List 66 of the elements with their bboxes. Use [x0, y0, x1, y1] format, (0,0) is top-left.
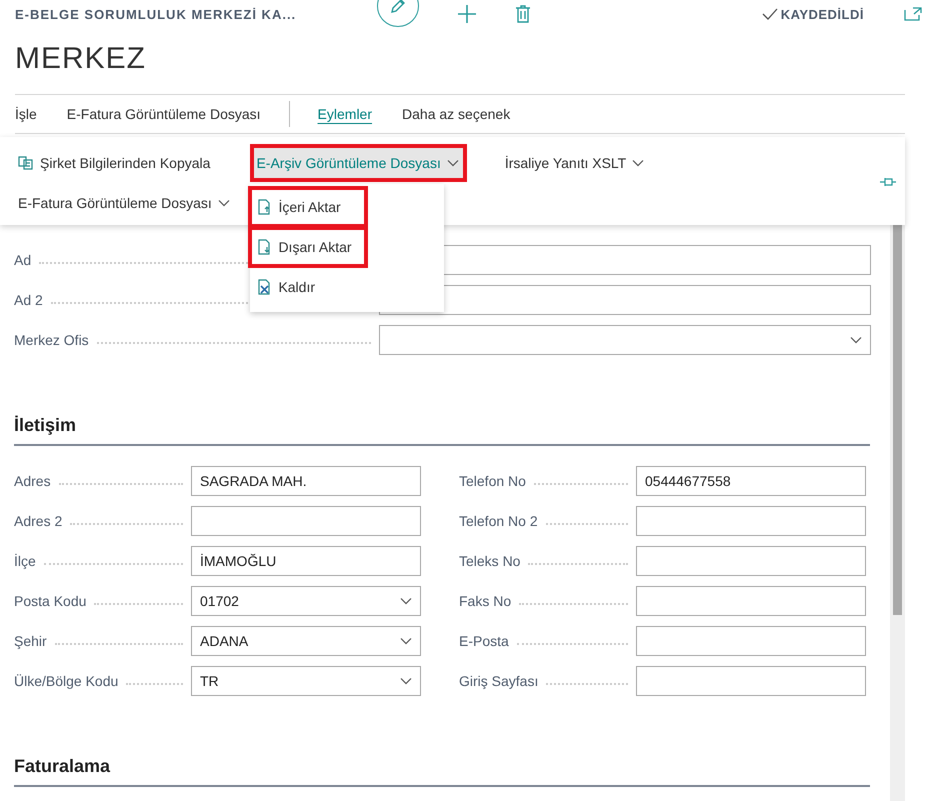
- scrollbar[interactable]: [890, 225, 905, 801]
- chevron-down-icon: [400, 637, 412, 645]
- chevron-down-icon: [446, 159, 459, 167]
- input-field[interactable]: [636, 506, 866, 536]
- delete-button[interactable]: [515, 5, 531, 23]
- menu-item[interactable]: İçeri Aktar: [250, 188, 366, 226]
- action-tab[interactable]: Eylemler: [318, 106, 402, 122]
- menu-item[interactable]: Dışarı Aktar: [250, 228, 366, 266]
- pencil-icon: [389, 0, 407, 15]
- document-import-icon: [256, 199, 272, 215]
- input-field[interactable]: 05444677558: [636, 466, 866, 496]
- pin-icon: [879, 177, 897, 187]
- input-field[interactable]: SAGRADA MAH.: [191, 466, 421, 496]
- chevron-down-icon: [400, 597, 412, 605]
- menu-button[interactable]: İrsaliye Yanıtı XSLT: [500, 146, 650, 180]
- input-field[interactable]: [636, 546, 866, 576]
- field-label: Telefon No 2: [459, 513, 538, 529]
- document-remove-icon: [256, 279, 272, 295]
- dropdown-field[interactable]: ADANA: [191, 626, 421, 656]
- action-button[interactable]: Şirket Bilgilerinden Kopyala: [14, 146, 216, 180]
- dropdown-field[interactable]: TR: [191, 666, 421, 696]
- section-title: Faturalama: [14, 755, 112, 778]
- input-field[interactable]: [636, 586, 866, 616]
- action-tab[interactable]: İşle: [15, 106, 67, 122]
- plus-icon: [457, 4, 477, 24]
- field-label: Teleks No: [459, 553, 520, 569]
- chevron-down-icon: [218, 199, 230, 207]
- field-label: Şehir: [14, 633, 47, 649]
- input-field[interactable]: İMAMOĞLU: [191, 546, 421, 576]
- input-field[interactable]: [191, 506, 421, 536]
- add-button[interactable]: [457, 4, 477, 24]
- field-label: Telefon No: [459, 473, 526, 489]
- field-label: Ad 2: [14, 292, 43, 308]
- copy-document-icon: [18, 156, 34, 170]
- section-title: İletişim: [14, 414, 78, 437]
- field-label: E-Posta: [459, 633, 509, 649]
- document-export-icon: [256, 239, 272, 255]
- trash-icon: [515, 5, 531, 23]
- dropdown-field[interactable]: [379, 325, 871, 355]
- input-field[interactable]: [636, 666, 866, 696]
- breadcrumb[interactable]: E-BELGE SORUMLULUK MERKEZİ KA...: [15, 6, 355, 22]
- field-label: Adres 2: [14, 513, 62, 529]
- field-label: Giriş Sayfası: [459, 673, 538, 689]
- field-label: Faks No: [459, 593, 512, 609]
- popout-icon: [904, 7, 922, 21]
- field-label: İlçe: [14, 553, 36, 569]
- menu-button[interactable]: E-Arşiv Görüntüleme Dosyası: [252, 146, 465, 180]
- chevron-down-icon: [400, 677, 412, 685]
- menu-item[interactable]: Kaldır: [250, 268, 322, 306]
- input-field[interactable]: [379, 285, 871, 315]
- action-tab[interactable]: E-Fatura Görüntüleme Dosyası: [66, 106, 291, 122]
- field-label: Posta Kodu: [14, 593, 86, 609]
- field-label: Ad: [14, 252, 32, 268]
- open-new-window-button[interactable]: [904, 7, 922, 21]
- checkmark-icon: [762, 8, 778, 20]
- chevron-down-icon: [850, 336, 862, 344]
- field-label: Merkez Ofis: [14, 332, 89, 348]
- page-title: MERKEZ: [15, 42, 148, 76]
- chevron-down-icon: [632, 159, 644, 167]
- field-label: Ülke/Bölge Kodu: [14, 673, 118, 689]
- field-label: Adres: [14, 473, 51, 489]
- saved-status: KAYDEDİLDİ: [780, 6, 864, 22]
- input-field[interactable]: [636, 626, 866, 656]
- menu-button[interactable]: E-Fatura Görüntüleme Dosyası: [14, 186, 236, 220]
- dropdown-field[interactable]: 01702: [191, 586, 421, 616]
- action-tab[interactable]: Daha az seçenek: [402, 106, 540, 122]
